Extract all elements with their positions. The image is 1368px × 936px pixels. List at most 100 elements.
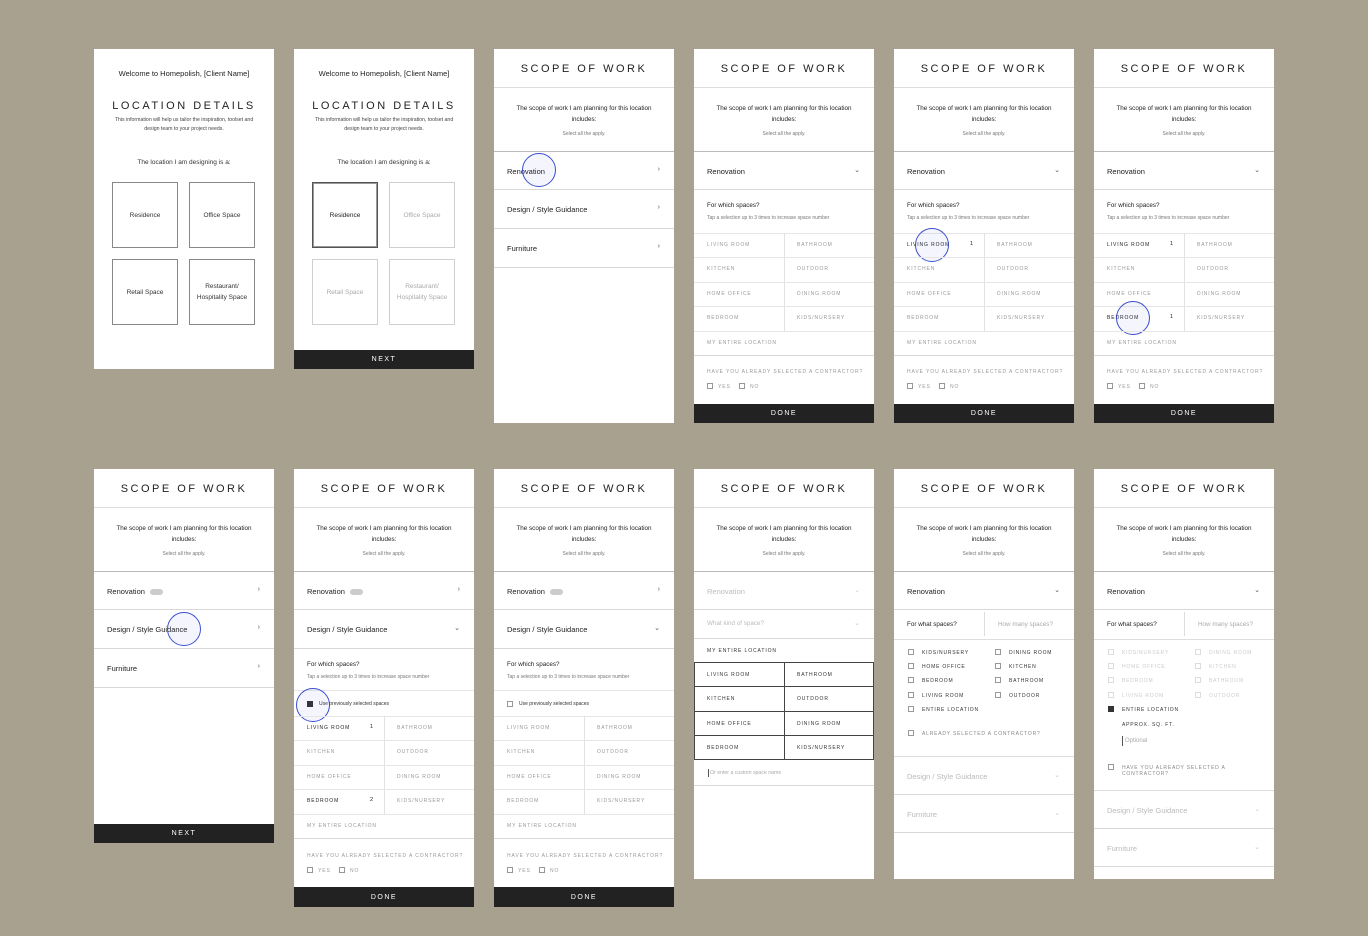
space-living-room[interactable]: LIVING ROOM (707, 672, 750, 678)
option-office-space[interactable]: Office Space (189, 182, 255, 248)
furniture-row[interactable]: Furniture ⌄ (1094, 829, 1274, 867)
checkbox-kitchen[interactable] (995, 663, 1001, 669)
yes-checkbox[interactable] (907, 383, 913, 389)
option-residence[interactable]: Residence (312, 182, 378, 248)
no-checkbox[interactable] (539, 867, 545, 873)
design-row[interactable]: Design / Style Guidance ⌄ (494, 610, 674, 649)
space-entire-location[interactable]: MY ENTIRE LOCATION (1107, 340, 1177, 346)
space-dining-room[interactable]: DINING ROOM (997, 291, 1041, 297)
yes-checkbox[interactable] (307, 867, 313, 873)
space-outdoor[interactable]: OUTDOOR (797, 266, 829, 272)
space-kids-nursery[interactable]: KIDS/NURSERY (1197, 315, 1245, 321)
space-outdoor[interactable]: OUTDOOR (797, 696, 829, 702)
space-home-office[interactable]: HOME OFFICE (707, 291, 752, 297)
checkbox-entire-location[interactable] (908, 706, 914, 712)
checkbox-living-room[interactable] (1108, 692, 1114, 698)
space-bedroom[interactable]: BEDROOM (307, 798, 339, 804)
space-kids-nursery[interactable]: KIDS/NURSERY (997, 315, 1045, 321)
yes-checkbox[interactable] (707, 383, 713, 389)
no-checkbox[interactable] (739, 383, 745, 389)
tab-how-many[interactable]: How many spaces? (998, 621, 1053, 628)
option-residence[interactable]: Residence (112, 182, 178, 248)
space-living-room[interactable]: LIVING ROOM (1107, 242, 1150, 248)
checkbox-bathroom[interactable] (995, 677, 1001, 683)
space-bedroom[interactable]: BEDROOM (707, 315, 739, 321)
yes-checkbox[interactable] (507, 867, 513, 873)
option-retail-space[interactable]: Retail Space (312, 259, 378, 325)
tab-how-many[interactable]: How many spaces? (1198, 621, 1253, 628)
option-restaurant[interactable]: Restaurant/ Hospitality Space (189, 259, 255, 325)
furniture-row[interactable]: Furniture › (94, 649, 274, 688)
checkbox-bathroom[interactable] (1195, 677, 1201, 683)
renovation-row[interactable]: Renovation ⌄ (1094, 152, 1274, 190)
done-button[interactable]: DONE (494, 887, 674, 907)
checkbox-home-office[interactable] (1108, 663, 1114, 669)
space-outdoor[interactable]: OUTDOOR (597, 749, 629, 755)
checkbox-entire-location[interactable] (1108, 706, 1114, 712)
space-entire-location[interactable]: MY ENTIRE LOCATION (707, 340, 777, 346)
yes-checkbox[interactable] (1107, 383, 1113, 389)
renovation-row[interactable]: Renovation ⌄ (694, 152, 874, 190)
space-bathroom[interactable]: BATHROOM (797, 242, 833, 248)
tab-for-what[interactable]: For what spaces? (907, 621, 957, 628)
space-home-office[interactable]: HOME OFFICE (907, 291, 952, 297)
space-entire-location[interactable]: MY ENTIRE LOCATION (307, 823, 377, 829)
space-kids-nursery[interactable]: KIDS/NURSERY (597, 798, 645, 804)
space-bathroom[interactable]: BATHROOM (1197, 242, 1233, 248)
tab-for-what[interactable]: For what spaces? (1107, 621, 1157, 628)
checkbox-kitchen[interactable] (1195, 663, 1201, 669)
space-home-office[interactable]: HOME OFFICE (507, 774, 552, 780)
space-bathroom[interactable]: BATHROOM (997, 242, 1033, 248)
space-dining-room[interactable]: DINING ROOM (397, 774, 441, 780)
space-dining-room[interactable]: DINING ROOM (797, 721, 841, 727)
checkbox-bedroom[interactable] (1108, 677, 1114, 683)
space-entire-location[interactable]: MY ENTIRE LOCATION (907, 340, 977, 346)
space-living-room[interactable]: LIVING ROOM (507, 725, 550, 731)
space-living-room[interactable]: LIVING ROOM (707, 242, 750, 248)
next-button[interactable]: NEXT (94, 824, 274, 843)
space-home-office[interactable]: HOME OFFICE (307, 774, 352, 780)
sqft-input[interactable]: Optional (1125, 738, 1147, 744)
design-row[interactable]: Design / Style Guidance ⌄ (894, 757, 1074, 795)
checkbox-living-room[interactable] (908, 692, 914, 698)
no-checkbox[interactable] (1139, 383, 1145, 389)
space-kitchen[interactable]: KITCHEN (307, 749, 335, 755)
design-row[interactable]: Design / Style Guidance ⌄ (294, 610, 474, 649)
space-kitchen[interactable]: KITCHEN (507, 749, 535, 755)
space-dining-room[interactable]: DINING ROOM (597, 774, 641, 780)
option-restaurant[interactable]: Restaurant/ Hospitality Space (389, 259, 455, 325)
furniture-row[interactable]: Furniture › (494, 229, 674, 268)
checkbox-kids-nursery[interactable] (908, 649, 914, 655)
space-living-room[interactable]: LIVING ROOM (307, 725, 350, 731)
space-bathroom[interactable]: BATHROOM (797, 672, 833, 678)
renovation-row[interactable]: Renovation › (494, 572, 674, 610)
done-button[interactable]: DONE (1094, 404, 1274, 423)
renovation-row[interactable]: Renovation ⌄ (1094, 572, 1274, 610)
next-button[interactable]: NEXT (294, 350, 474, 369)
space-entire-location[interactable]: MY ENTIRE LOCATION (707, 648, 777, 654)
space-kids-nursery[interactable]: KIDS/NURSERY (797, 315, 845, 321)
design-row[interactable]: Design / Style Guidance › (494, 190, 674, 229)
space-bedroom[interactable]: BEDROOM (707, 745, 739, 751)
checkbox-bedroom[interactable] (908, 677, 914, 683)
space-outdoor[interactable]: OUTDOOR (397, 749, 429, 755)
space-kitchen[interactable]: KITCHEN (707, 696, 735, 702)
space-kids-nursery[interactable]: KIDS/NURSERY (397, 798, 445, 804)
custom-space-input[interactable]: Or enter a custom space name (710, 770, 781, 776)
space-dining-room[interactable]: DINING ROOM (797, 291, 841, 297)
space-outdoor[interactable]: OUTDOOR (1197, 266, 1229, 272)
design-row[interactable]: Design / Style Guidance ⌄ (1094, 791, 1274, 829)
done-button[interactable]: DONE (894, 404, 1074, 423)
renovation-row[interactable]: Renovation ⌄ (894, 152, 1074, 190)
checkbox-dining-room[interactable] (1195, 649, 1201, 655)
checkbox-contractor[interactable] (1108, 764, 1114, 770)
done-button[interactable]: DONE (694, 404, 874, 423)
space-bathroom[interactable]: BATHROOM (397, 725, 433, 731)
option-retail-space[interactable]: Retail Space (112, 259, 178, 325)
checkbox-dining-room[interactable] (995, 649, 1001, 655)
space-outdoor[interactable]: OUTDOOR (997, 266, 1029, 272)
space-kitchen[interactable]: KITCHEN (907, 266, 935, 272)
checkbox-outdoor[interactable] (1195, 692, 1201, 698)
furniture-row[interactable]: Furniture ⌄ (894, 795, 1074, 833)
checkbox-outdoor[interactable] (995, 692, 1001, 698)
